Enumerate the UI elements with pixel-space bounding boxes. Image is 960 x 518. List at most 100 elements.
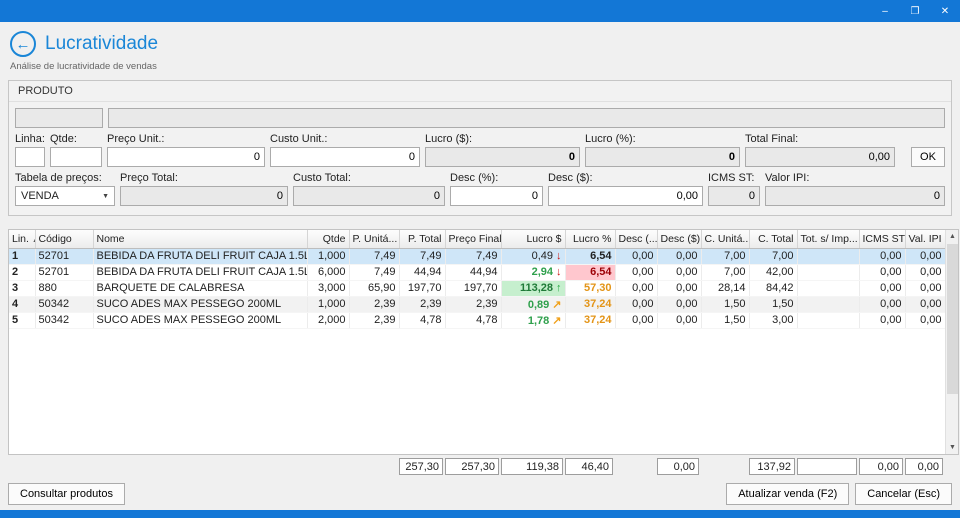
cell-qtde: 2,000 (307, 312, 349, 328)
col-header-lucro_pct[interactable]: Lucro % (565, 230, 615, 248)
valor-ipi-label: Valor IPI: (765, 172, 945, 184)
preco-unit-input[interactable] (107, 147, 265, 167)
cell-desc_pct: 0,00 (615, 312, 657, 328)
maximize-icon[interactable]: ❐ (900, 0, 930, 22)
col-header-c_total[interactable]: C. Total (749, 230, 797, 248)
cell-p_unit: 2,39 (349, 312, 399, 328)
scroll-down-icon[interactable]: ▼ (946, 441, 959, 454)
close-icon[interactable]: ✕ (930, 0, 960, 22)
bottom-accent-bar (0, 510, 960, 518)
cell-p_total: 7,49 (399, 248, 445, 264)
grid-body: 152701BEBIDA DA FRUTA DELI FRUIT CAJA 1.… (9, 248, 945, 328)
linha-input[interactable] (15, 147, 45, 167)
cell-lin: 4 (9, 296, 35, 312)
trend-diag-icon: ↗ (552, 299, 561, 311)
cell-c_unit: 7,00 (701, 248, 749, 264)
col-header-tot_s_imp[interactable]: Tot. s/ Imp... (797, 230, 859, 248)
table-row[interactable]: 252701BEBIDA DA FRUTA DELI FRUIT CAJA 1.… (9, 264, 945, 280)
col-header-lin[interactable]: Lin.▲ (9, 230, 35, 248)
cell-icms_st: 0,00 (859, 312, 905, 328)
col-header-p_total[interactable]: P. Total (399, 230, 445, 248)
cancelar-button[interactable]: Cancelar (Esc) (855, 483, 952, 505)
cell-preco_final: 7,49 (445, 248, 501, 264)
lucro-valor-label: Lucro ($): (425, 133, 580, 145)
cell-p_total: 2,39 (399, 296, 445, 312)
cell-qtde: 1,000 (307, 296, 349, 312)
cell-lin: 1 (9, 248, 35, 264)
cell-nome: SUCO ADES MAX PESSEGO 200ML (93, 296, 307, 312)
table-row[interactable]: 3880BARQUETE DE CALABRESA3,00065,90197,7… (9, 280, 945, 296)
table-row[interactable]: 450342SUCO ADES MAX PESSEGO 200ML1,000 2,… (9, 296, 945, 312)
custo-total-field (293, 186, 445, 206)
custo-unit-input[interactable] (270, 147, 420, 167)
cell-val_ipi: 0,00 (905, 280, 945, 296)
cell-c_total: 3,00 (749, 312, 797, 328)
total-final-field (745, 147, 895, 167)
cell-val_ipi: 0,00 (905, 296, 945, 312)
scrollbar-thumb[interactable] (947, 244, 958, 394)
cell-desc_s: 0,00 (657, 248, 701, 264)
tabela-precos-select[interactable]: VENDA ▼ (15, 186, 115, 206)
cell-desc_s: 0,00 (657, 280, 701, 296)
cell-icms_st: 0,00 (859, 248, 905, 264)
col-header-val_ipi[interactable]: Val. IPI (905, 230, 945, 248)
col-header-qtde[interactable]: Qtde (307, 230, 349, 248)
col-header-desc_s[interactable]: Desc ($) (657, 230, 701, 248)
total-preco_final: 257,30 (445, 458, 499, 475)
lucro-pct-field (585, 147, 740, 167)
table-row[interactable]: 152701BEBIDA DA FRUTA DELI FRUIT CAJA 1.… (9, 248, 945, 264)
cell-preco_final: 2,39 (445, 296, 501, 312)
col-header-codigo[interactable]: Código (35, 230, 93, 248)
cell-tot_s_imp (797, 280, 859, 296)
trend-up-icon: ↑ (556, 282, 562, 294)
cell-codigo: 52701 (35, 264, 93, 280)
cell-qtde: 1,000 (307, 248, 349, 264)
total-icms_st: 0,00 (859, 458, 903, 475)
qtde-input[interactable] (50, 147, 102, 167)
desc-valor-label: Desc ($): (548, 172, 703, 184)
desc-valor-input[interactable] (548, 186, 703, 206)
scroll-up-icon[interactable]: ▲ (946, 230, 959, 243)
page-title: Lucratividade (45, 33, 158, 55)
total-c_total: 137,92 (749, 458, 795, 475)
col-header-icms_st[interactable]: ICMS ST (859, 230, 905, 248)
product-code-input[interactable] (15, 108, 103, 128)
col-header-desc_pct[interactable]: Desc (... (615, 230, 657, 248)
col-header-c_unit[interactable]: C. Unitá... (701, 230, 749, 248)
total-p_total: 257,30 (399, 458, 443, 475)
cell-tot_s_imp (797, 296, 859, 312)
total-desc_s: 0,00 (657, 458, 699, 475)
cell-preco_final: 197,70 (445, 280, 501, 296)
atualizar-venda-button[interactable]: Atualizar venda (F2) (726, 483, 849, 505)
cell-preco_final: 4,78 (445, 312, 501, 328)
cell-lucro_pct: 37,24 (565, 296, 615, 312)
table-row[interactable]: 550342SUCO ADES MAX PESSEGO 200ML2,0002,… (9, 312, 945, 328)
qtde-label: Qtde: (50, 133, 102, 145)
dropdown-arrow-icon: ▼ (102, 193, 109, 200)
cell-nome: BARQUETE DE CALABRESA (93, 280, 307, 296)
col-header-preco_final[interactable]: Preço Final (445, 230, 501, 248)
minimize-icon[interactable]: – (870, 0, 900, 22)
total-lucro_pct: 46,40 (565, 458, 613, 475)
back-button[interactable]: ← (10, 31, 36, 57)
lucro-valor-field (425, 147, 580, 167)
window-titlebar: – ❐ ✕ (0, 0, 960, 22)
col-header-p_unit[interactable]: P. Unitá... (349, 230, 399, 248)
consultar-produtos-button[interactable]: Consultar produtos (8, 483, 125, 505)
cell-c_total: 84,42 (749, 280, 797, 296)
produto-groupbox: PRODUTO Linha: Qtde: Preço Unit.: Custo … (8, 80, 952, 216)
cell-qtde: 6,000 (307, 264, 349, 280)
vertical-scrollbar[interactable]: ▲ ▼ (945, 230, 958, 454)
ok-button[interactable]: OK (911, 147, 945, 167)
cell-tot_s_imp (797, 248, 859, 264)
cell-val_ipi: 0,00 (905, 312, 945, 328)
total-val_ipi: 0,00 (905, 458, 943, 475)
desc-pct-input[interactable] (450, 186, 543, 206)
cell-codigo: 50342 (35, 296, 93, 312)
cell-c_unit: 7,00 (701, 264, 749, 280)
trend-down-icon: ↓ (556, 250, 562, 262)
col-header-nome[interactable]: Nome (93, 230, 307, 248)
product-name-input[interactable] (108, 108, 945, 128)
cell-lucro_s: 113,28↑ (501, 280, 565, 296)
col-header-lucro_s[interactable]: Lucro $ (501, 230, 565, 248)
